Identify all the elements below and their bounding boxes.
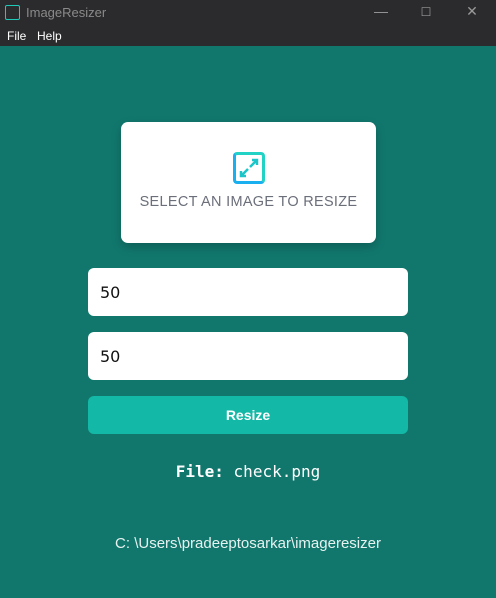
menu-help[interactable]: Help: [37, 29, 62, 43]
menu-bar: File Help: [0, 26, 496, 46]
file-name: check.png: [233, 462, 321, 481]
window-title: ImageResizer: [26, 5, 107, 20]
file-label: File:: [175, 462, 224, 481]
app-icon: [5, 5, 20, 20]
maximize-button[interactable]: ☐: [416, 5, 436, 19]
file-info: File: check.png: [0, 462, 496, 481]
title-bar: ImageResizer — ☐ ✕: [0, 0, 496, 26]
dropzone-label: SELECT AN IMAGE TO RESIZE: [139, 194, 358, 210]
resize-button[interactable]: Resize: [88, 396, 408, 434]
width-input[interactable]: [88, 268, 408, 316]
minimize-button[interactable]: —: [371, 3, 391, 19]
resize-icon: [233, 152, 265, 184]
menu-file[interactable]: File: [7, 29, 26, 43]
select-image-dropzone[interactable]: SELECT AN IMAGE TO RESIZE: [121, 122, 376, 243]
height-input[interactable]: [88, 332, 408, 380]
output-path: C: \Users\pradeeptosarkar\imageresizer: [115, 535, 381, 552]
close-button[interactable]: ✕: [462, 3, 482, 20]
